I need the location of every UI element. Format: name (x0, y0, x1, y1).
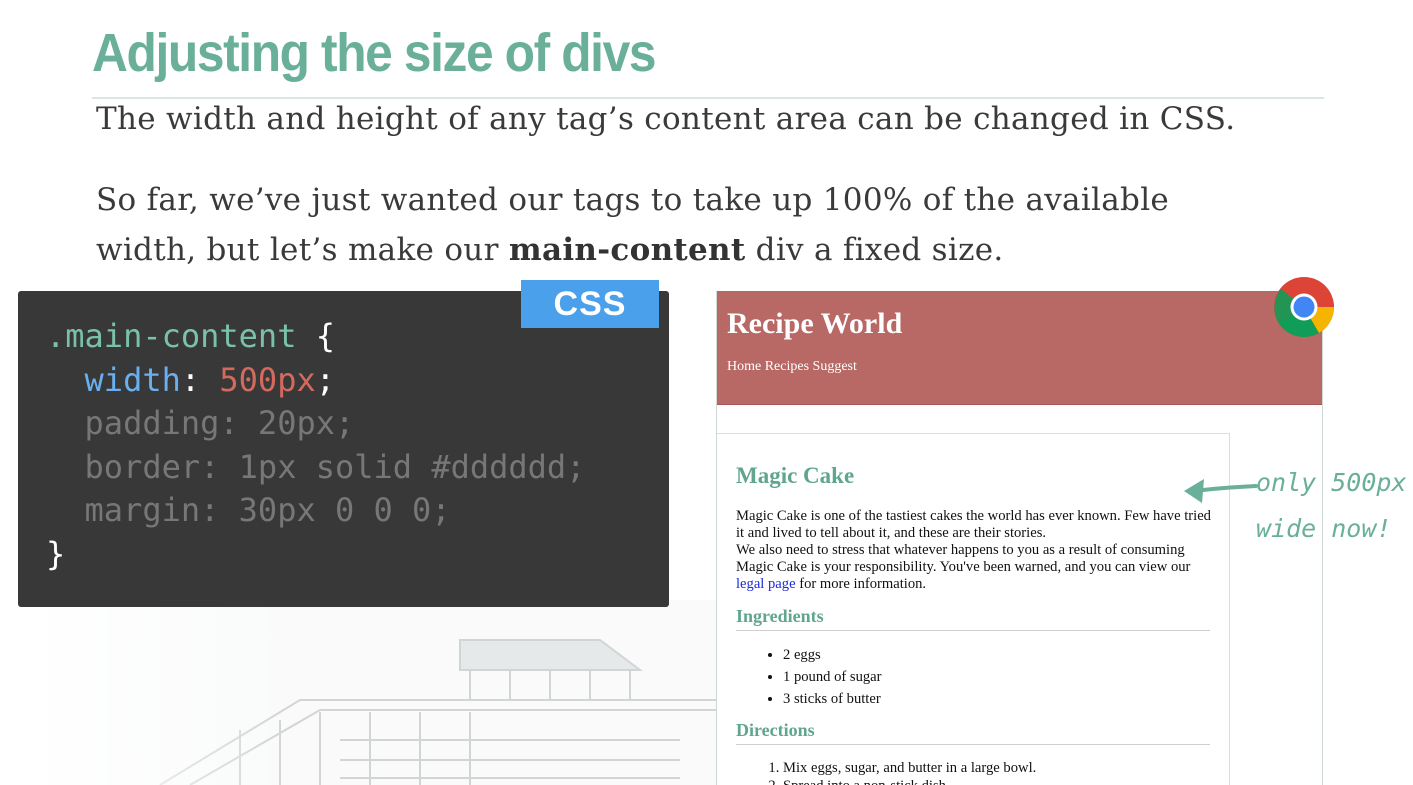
border-declaration: border: 1px solid #dddddd; (84, 447, 586, 486)
ingredients-list: 2 eggs 1 pound of sugar 3 sticks of butt… (764, 644, 882, 710)
open-brace: { (315, 317, 335, 355)
body-line-2-post: div a fixed size. (745, 232, 1004, 268)
pier-background-illustration (40, 600, 740, 785)
body-paragraph: So far, we’ve just wanted our tags to ta… (96, 175, 1169, 275)
ingredients-heading: Ingredients (736, 606, 1210, 631)
margin-declaration: margin: 30px 0 0 0; (84, 491, 451, 529)
intro-paragraph: The width and height of any tag’s conten… (96, 101, 1236, 137)
site-nav[interactable]: Home Recipes Suggest (727, 359, 857, 375)
recipe-heading: Magic Cake (736, 463, 855, 488)
story-text-3: for more information. (795, 576, 927, 592)
annotation-line-1: only 500px (1256, 468, 1407, 497)
body-line-2-pre: width, but let’s make our (96, 232, 509, 268)
width-value: 500px (219, 360, 316, 399)
list-item: 3 sticks of butter (783, 688, 882, 710)
css-selector: .main-content (46, 317, 297, 355)
list-item: Mix eggs, sugar, and butter in a large b… (783, 759, 1036, 777)
body-line-1: So far, we’ve just wanted our tags to ta… (96, 182, 1170, 218)
list-item: 2 eggs (783, 644, 882, 666)
directions-heading: Directions (736, 720, 1210, 745)
site-title: Recipe World (727, 307, 903, 340)
annotation-note: only 500px wide now! (1256, 460, 1407, 552)
site-header: Recipe World Home Recipes Suggest (717, 291, 1322, 405)
list-item: 1 pound of sugar (783, 666, 882, 688)
story-text-2: We also need to stress that whatever hap… (736, 542, 1191, 575)
arrow-left-icon (1184, 479, 1258, 503)
list-item: Spread into a non-stick dish. (783, 777, 1036, 785)
css-code-block: .main-content { width: 500px; padding: 2… (46, 317, 586, 573)
main-content-emphasis: main-content (508, 232, 746, 268)
recipe-story: Magic Cake is one of the tastiest cakes … (736, 508, 1216, 593)
annotation-line-2: wide now! (1256, 514, 1392, 543)
slide-title: Adjusting the size of divs (92, 23, 656, 83)
title-divider (92, 97, 1324, 99)
close-brace: } (46, 534, 66, 573)
legal-page-link[interactable]: legal page (736, 576, 796, 592)
directions-list: Mix eggs, sugar, and butter in a large b… (764, 759, 1036, 785)
main-content-box: Magic Cake Magic Cake is one of the tast… (717, 433, 1230, 785)
width-property: width (84, 360, 181, 399)
story-text-1: Magic Cake is one of the tastiest cakes … (736, 508, 1211, 541)
chrome-logo-icon (1274, 277, 1334, 338)
padding-declaration: padding: 20px; (84, 404, 355, 442)
browser-preview: Recipe World Home Recipes Suggest Magic … (716, 291, 1323, 785)
